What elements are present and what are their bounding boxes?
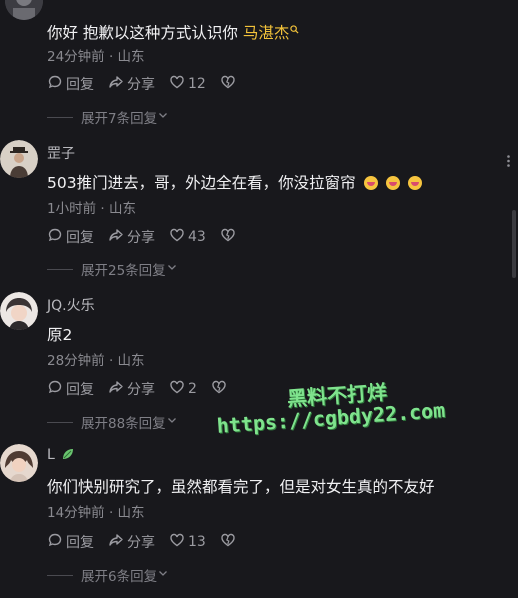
heart-icon [169, 74, 188, 94]
reply-icon [47, 532, 66, 552]
share-button[interactable]: 分享 [108, 227, 155, 247]
emoji-icon [407, 176, 422, 190]
comment-text: 你好 抱歉以这种方式认识你 马湛杰 [47, 20, 299, 43]
expand-label: 展开7条回复 [81, 111, 158, 127]
heart-icon [169, 379, 188, 399]
like-count: 12 [188, 76, 206, 92]
avatar[interactable] [0, 292, 38, 330]
emoji-icon [385, 176, 400, 190]
share-label: 分享 [127, 77, 155, 93]
share-icon [108, 74, 127, 94]
username[interactable]: L [47, 447, 75, 465]
share-button[interactable]: 分享 [108, 532, 155, 552]
dislike-heart-icon [220, 227, 239, 247]
comment-meta: 14分钟前 · 山东 [47, 505, 145, 521]
mention-link[interactable]: 马湛杰 [243, 24, 290, 42]
dislike-heart-icon [220, 532, 239, 552]
comment-meta: 28分钟前 · 山东 [47, 353, 145, 369]
like-count: 13 [188, 534, 206, 550]
watermark: 黑料不打烊 https://cgbdy22.com [214, 367, 488, 456]
comment-text: 你们快别研究了，虽然都看完了，但是对女生真的不友好 [47, 475, 435, 497]
reply-label: 回复 [66, 230, 94, 246]
search-icon[interactable] [290, 20, 299, 38]
share-label: 分享 [127, 230, 155, 246]
share-button[interactable]: 分享 [108, 379, 155, 399]
avatar[interactable] [0, 444, 38, 482]
reply-label: 回复 [66, 382, 94, 398]
comment-body: 原2 [47, 326, 73, 344]
chevron-down-icon [166, 414, 178, 430]
like-button[interactable]: 13 [169, 532, 206, 552]
expand-label: 展开25条回复 [81, 263, 166, 279]
comment-text: 原2 [47, 323, 72, 345]
reply-button[interactable]: 回复 [47, 379, 94, 399]
comment-body: 503推门进去，哥，外边全在看，你没拉窗帘 [47, 174, 356, 192]
avatar[interactable] [5, 0, 43, 20]
share-button[interactable]: 分享 [108, 74, 155, 94]
expand-label: 展开6条回复 [81, 569, 158, 585]
expand-replies[interactable]: 展开6条回复 [47, 566, 169, 585]
like-count: 2 [188, 381, 197, 397]
reply-label: 回复 [66, 535, 94, 551]
comment-body: 你们快别研究了，虽然都看完了，但是对女生真的不友好 [47, 478, 435, 496]
username-text: L [47, 447, 55, 463]
heart-icon [169, 227, 188, 247]
share-icon [108, 379, 127, 399]
comment-meta: 1小时前 · 山东 [47, 201, 136, 217]
reply-button[interactable]: 回复 [47, 74, 94, 94]
share-label: 分享 [127, 535, 155, 551]
like-button[interactable]: 12 [169, 74, 206, 94]
like-button[interactable]: 43 [169, 227, 206, 247]
share-icon [108, 532, 127, 552]
reply-icon [47, 379, 66, 399]
reply-button[interactable]: 回复 [47, 227, 94, 247]
expand-replies[interactable]: 展开88条回复 [47, 413, 178, 432]
chevron-down-icon [157, 567, 169, 583]
chevron-down-icon [157, 109, 169, 125]
emoji-icon [363, 176, 378, 190]
reply-label: 回复 [66, 77, 94, 93]
divider-line [47, 574, 73, 576]
divider-line [47, 268, 73, 270]
expand-label: 展开88条回复 [81, 416, 166, 432]
comment-actions: 回复 分享 13 [47, 532, 253, 552]
username[interactable]: 罡子 [47, 143, 75, 163]
username[interactable]: JQ.火乐 [47, 295, 95, 315]
comment-meta: 24分钟前 · 山东 [47, 49, 145, 65]
dislike-heart-icon [220, 74, 239, 94]
heart-icon [169, 532, 188, 552]
divider-line [47, 421, 73, 423]
like-button[interactable]: 2 [169, 379, 197, 399]
comment-body: 你好 抱歉以这种方式认识你 [47, 24, 243, 42]
more-icon[interactable] [507, 152, 510, 167]
divider-line [47, 116, 73, 118]
like-count: 43 [188, 229, 206, 245]
dislike-button[interactable] [220, 227, 239, 247]
dislike-button[interactable] [220, 532, 239, 552]
comment-actions: 回复 分享 12 [47, 74, 253, 94]
reply-button[interactable]: 回复 [47, 532, 94, 552]
reply-icon [47, 227, 66, 247]
avatar[interactable] [0, 140, 38, 178]
share-icon [108, 227, 127, 247]
expand-replies[interactable]: 展开25条回复 [47, 260, 178, 279]
leaf-icon [61, 447, 75, 465]
share-label: 分享 [127, 382, 155, 398]
chevron-down-icon [166, 261, 178, 277]
comment-actions: 回复 分享 43 [47, 227, 253, 247]
expand-replies[interactable]: 展开7条回复 [47, 108, 169, 127]
reply-icon [47, 74, 66, 94]
comment-text: 503推门进去，哥，外边全在看，你没拉窗帘 [47, 171, 422, 193]
dislike-button[interactable] [220, 74, 239, 94]
scrollbar-thumb[interactable] [512, 210, 516, 278]
